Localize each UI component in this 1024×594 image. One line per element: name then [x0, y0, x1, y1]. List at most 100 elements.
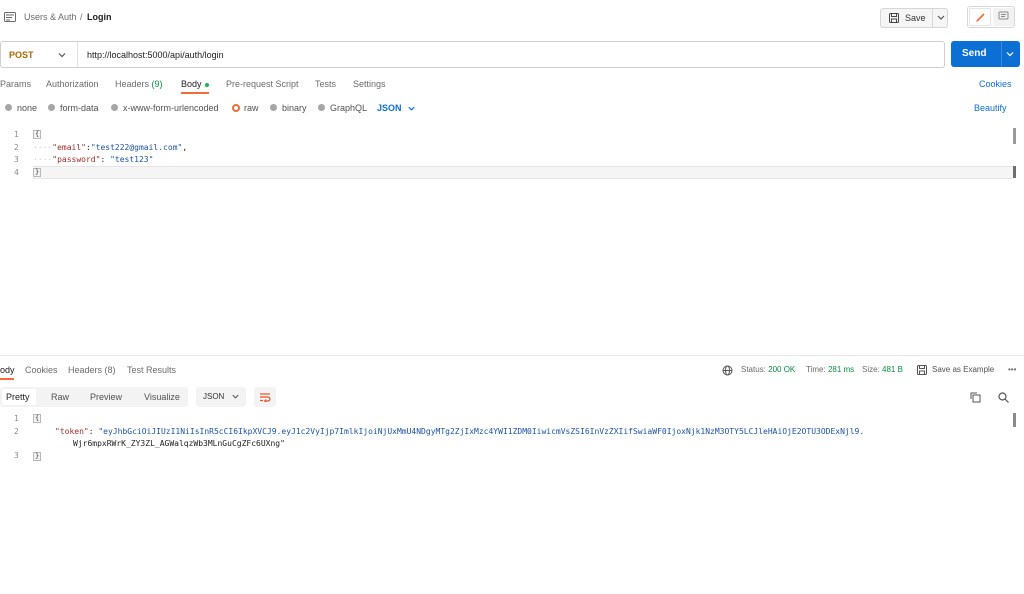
response-format-label: JSON	[203, 392, 225, 401]
view-preview[interactable]: Preview	[90, 392, 122, 402]
response-active-tab-underline	[0, 378, 14, 380]
option-binary-label[interactable]: binary	[282, 103, 307, 113]
url-bar: POST http://localhost:5000/api/auth/logi…	[0, 41, 945, 68]
close-brace: }	[33, 452, 42, 461]
token-value-continued: Wjr6mpxRWrK_ZY3ZL_AGWalqzWb3MLnGuCgZFc6U…	[73, 439, 285, 448]
code-line-2: ····"email":"test222@gmail.com",	[33, 143, 188, 152]
view-visualize[interactable]: Visualize	[144, 392, 180, 402]
view-raw[interactable]: Raw	[51, 392, 69, 402]
docs-mode-button[interactable]	[993, 8, 1014, 26]
chevron-down-icon[interactable]	[1005, 49, 1015, 61]
time-label: Time:	[806, 365, 826, 374]
response-tab-body[interactable]: ody	[0, 365, 15, 375]
tab-headers[interactable]: Headers (9)	[115, 79, 163, 89]
option-raw-label[interactable]: raw	[244, 103, 259, 113]
close-brace: }	[33, 168, 42, 177]
radio-form-data[interactable]	[48, 104, 55, 111]
status-value: 200 OK	[768, 365, 796, 374]
radio-none[interactable]	[5, 104, 12, 111]
code-line-3: ····"password": "test123"	[33, 155, 154, 164]
chevron-down-icon[interactable]	[936, 12, 946, 24]
radio-urlencoded[interactable]	[111, 104, 118, 111]
tab-authorization[interactable]: Authorization	[46, 79, 99, 89]
line-number: 4	[14, 168, 19, 177]
tab-settings[interactable]: Settings	[353, 79, 386, 89]
response-tab-test-results[interactable]: Test Results	[127, 365, 176, 375]
open-brace: {	[33, 414, 42, 423]
response-format-select[interactable]: JSON	[196, 387, 246, 407]
breadcrumb-collection[interactable]: Users & Auth	[24, 12, 77, 22]
open-brace: {	[33, 130, 42, 139]
active-tab-underline	[181, 92, 209, 94]
response-scrollbar[interactable]	[1013, 413, 1016, 427]
response-status: Status: 200 OK	[741, 365, 795, 374]
wrap-lines-button[interactable]	[254, 387, 276, 407]
response-body-viewer[interactable]: 1 2 3 { "token": "eyJhbGciOiJIUzI1NiIsIn…	[0, 410, 1010, 470]
body-indicator-dot	[204, 82, 209, 87]
radio-raw[interactable]	[232, 104, 240, 112]
token-key: "token"	[55, 427, 89, 436]
copy-icon[interactable]	[970, 392, 981, 405]
size-label: Size:	[862, 365, 880, 374]
response-line-1: {	[33, 413, 42, 423]
password-value: "test123"	[110, 155, 154, 164]
response-tab-headers[interactable]: Headers (8)	[68, 365, 116, 375]
option-none-label[interactable]: none	[17, 103, 37, 113]
tab-headers-label: Headers	[115, 79, 150, 89]
option-form-data-label[interactable]: form-data	[60, 103, 99, 113]
comment-icon	[998, 11, 1009, 24]
response-time: Time: 281 ms	[806, 365, 854, 374]
more-options-button[interactable]: •••	[1008, 365, 1016, 374]
search-icon[interactable]	[998, 392, 1009, 405]
chevron-down-icon	[231, 392, 240, 403]
save-as-example-button[interactable]: Save as Example	[932, 365, 994, 374]
tab-body[interactable]: Body	[181, 79, 209, 89]
response-line-3: }	[33, 451, 42, 461]
radio-binary[interactable]	[270, 104, 277, 111]
option-graphql-label[interactable]: GraphQL	[330, 103, 367, 113]
beautify-button[interactable]: Beautify	[974, 103, 1007, 113]
chevron-down-icon[interactable]	[407, 104, 416, 115]
line-number: 2	[14, 143, 19, 152]
status-label: Status:	[741, 365, 766, 374]
save-button[interactable]: Save	[880, 8, 948, 28]
save-label: Save	[905, 13, 926, 23]
line-number: 3	[14, 155, 19, 164]
email-key: "email"	[52, 143, 86, 152]
pane-divider[interactable]	[0, 355, 1024, 356]
request-body-editor[interactable]: 1 2 3 4 { ····"email":"test222@gmail.com…	[0, 126, 1010, 178]
editor-scrollbar[interactable]	[1013, 128, 1016, 144]
http-request-icon	[4, 12, 16, 24]
cookies-link[interactable]: Cookies	[979, 79, 1012, 89]
url-input[interactable]: http://localhost:5000/api/auth/login	[87, 50, 224, 60]
tab-tests[interactable]: Tests	[315, 79, 336, 89]
option-urlencoded-label[interactable]: x-www-form-urlencoded	[123, 103, 219, 113]
line-number: 3	[14, 451, 19, 460]
http-method-select[interactable]: POST	[9, 50, 34, 60]
chevron-down-icon[interactable]	[57, 50, 67, 62]
view-mode-toggle	[967, 6, 1015, 28]
response-size: Size: 481 B	[862, 365, 903, 374]
breadcrumb-request-name[interactable]: Login	[87, 12, 112, 22]
globe-icon[interactable]	[722, 365, 733, 378]
line-number: 1	[14, 130, 19, 139]
response-line-2: "token": "eyJhbGciOiJIUzI1NiIsInR5cCI6Ik…	[55, 427, 865, 436]
body-format-select[interactable]: JSON	[377, 103, 402, 113]
code-line-1: {	[33, 129, 42, 139]
wrap-lines-icon	[259, 392, 271, 404]
response-tab-cookies[interactable]: Cookies	[25, 365, 58, 375]
view-pretty[interactable]: Pretty	[6, 392, 30, 402]
breadcrumb-separator: /	[80, 12, 83, 22]
tab-body-label: Body	[181, 79, 202, 89]
email-value: "test222@gmail.com"	[90, 143, 183, 152]
editor-scrollbar-marker	[1013, 166, 1016, 178]
request-header: Users & Auth / Login Save	[0, 0, 1024, 36]
tab-pre-request-script[interactable]: Pre-request Script	[226, 79, 299, 89]
code-line-4: }	[33, 167, 42, 177]
line-number: 2	[14, 427, 19, 436]
radio-graphql[interactable]	[318, 104, 325, 111]
send-label: Send	[962, 48, 987, 59]
edit-mode-button[interactable]	[969, 8, 991, 26]
tab-params[interactable]: Params	[0, 79, 31, 89]
send-button[interactable]: Send	[951, 41, 1020, 67]
